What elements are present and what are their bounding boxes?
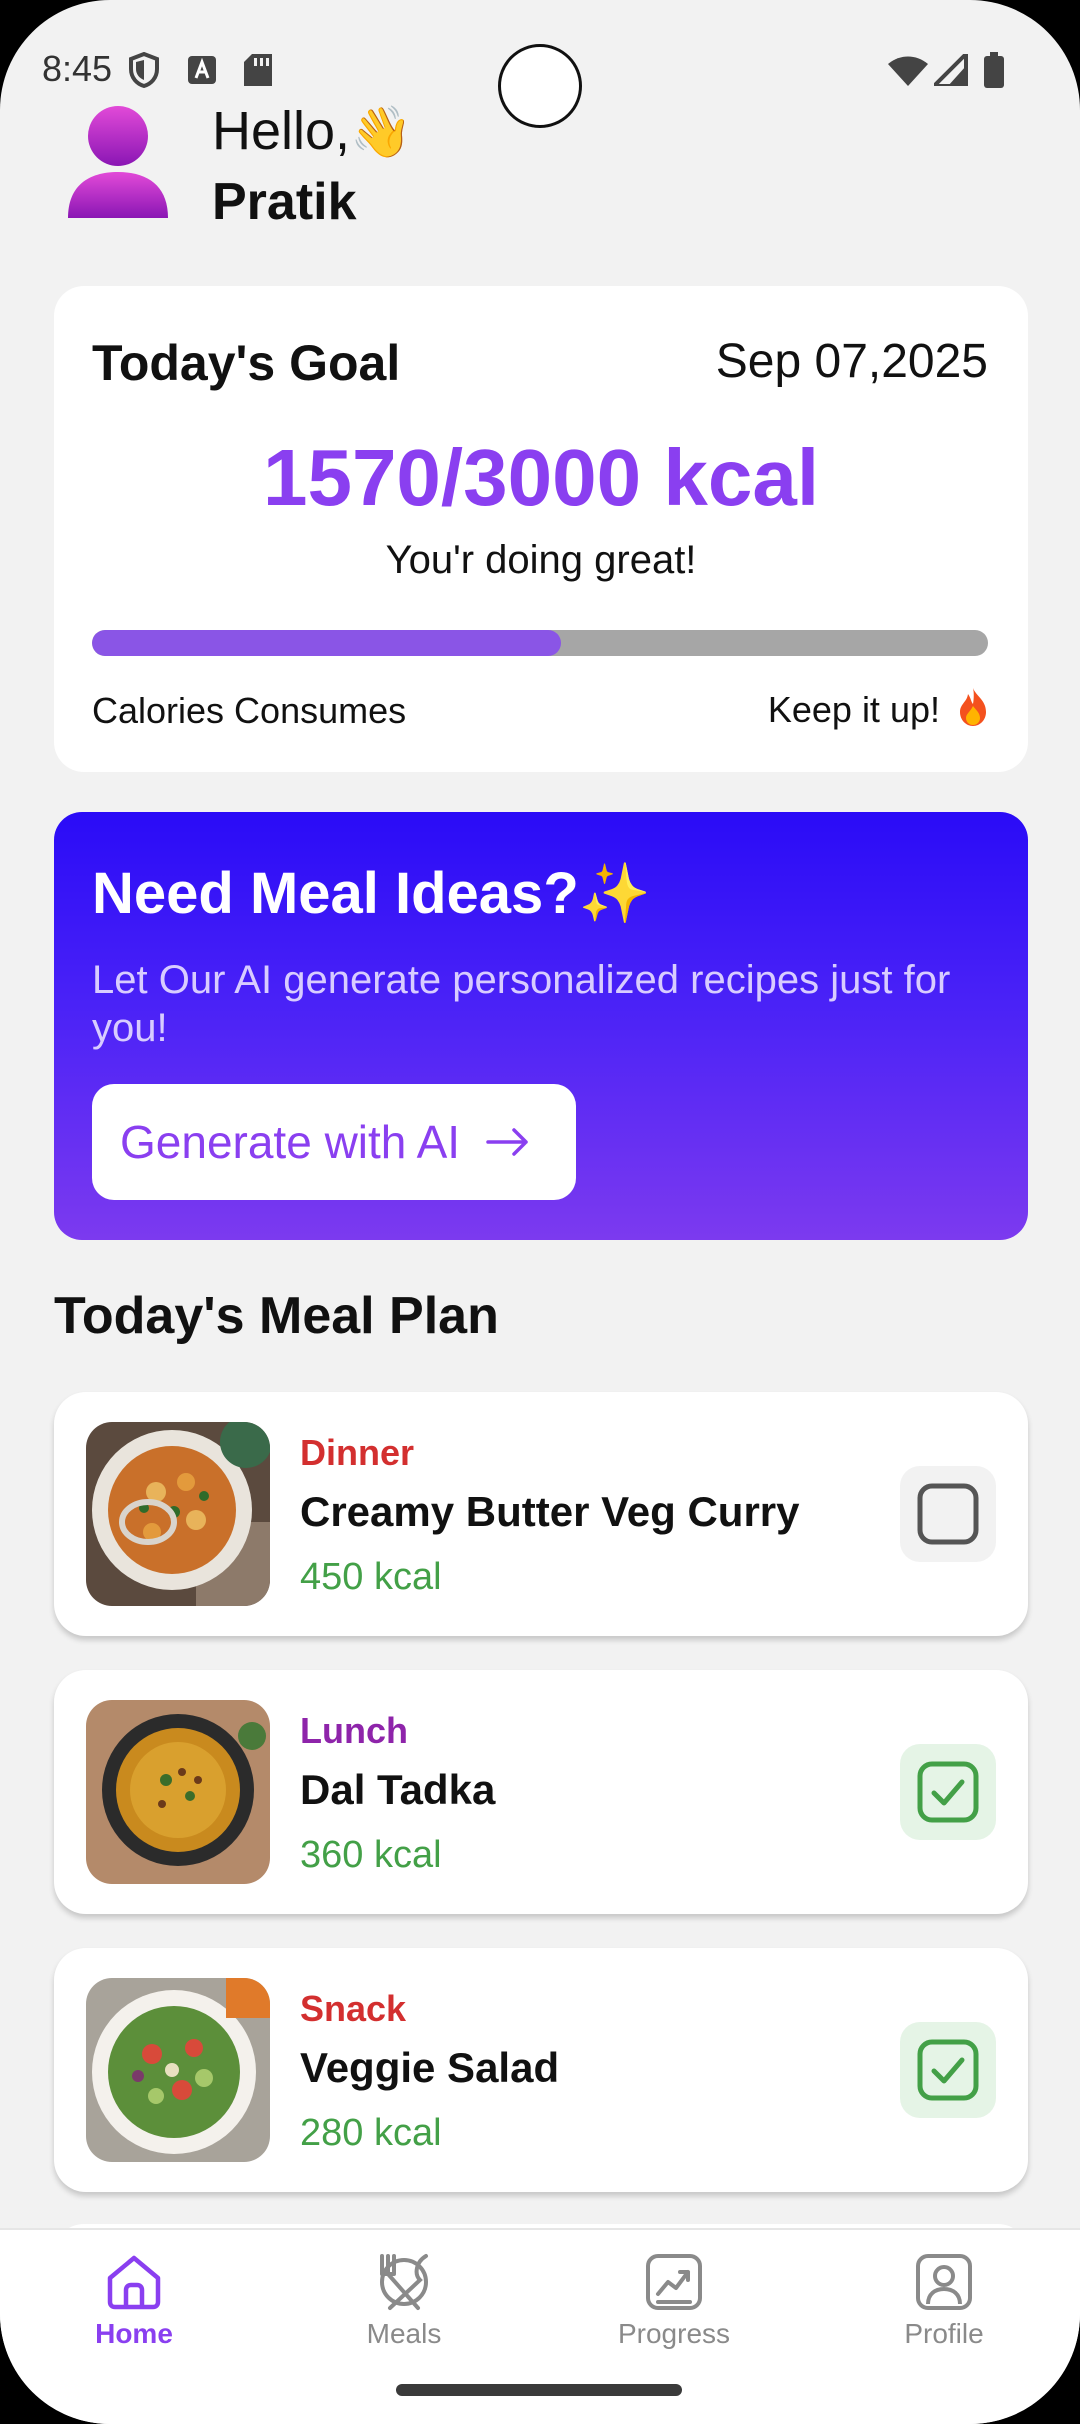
nav-progress[interactable]: Progress — [574, 2252, 774, 2350]
a-icon — [188, 56, 216, 84]
meal-image — [86, 1422, 270, 1606]
meal-kcal: 280 kcal — [300, 2112, 442, 2154]
nav-meals-label: Meals — [366, 2318, 442, 2349]
greeting-text: Hello, — [212, 101, 351, 161]
meal-name: Creamy Butter Veg Curry — [300, 1488, 800, 1535]
generate-button-label: Generate with AI — [120, 1116, 461, 1168]
shield-icon — [129, 52, 159, 88]
battery-icon — [984, 52, 1004, 88]
phone-screen: 8:45 Hello,👋 Pratik Today's Goal Sep 07,… — [0, 0, 1080, 2424]
meals-icon — [380, 2254, 428, 2310]
calorie-progress-bar — [92, 630, 988, 656]
status-time: 8:45 — [42, 48, 113, 89]
goal-card: Today's Goal Sep 07,2025 1570/3000 kcal … — [54, 286, 1028, 772]
home-icon — [107, 2255, 161, 2310]
ai-title: Need Meal Ideas?✨ — [92, 860, 651, 928]
calories-label: Calories Consumes — [92, 690, 407, 731]
nav-home-label: Home — [95, 2318, 173, 2349]
meal-card-lunch[interactable]: Lunch Dal Tadka 360 kcal — [54, 1670, 1028, 1914]
calorie-progress-fill — [92, 630, 561, 656]
meal-checkbox[interactable] — [900, 1466, 996, 1562]
wave-emoji: 👋 — [350, 104, 413, 160]
meal-name: Dal Tadka — [300, 1766, 496, 1813]
ai-subtitle: Let Our AI generate personalized recipes… — [92, 958, 951, 1050]
goal-title: Today's Goal — [92, 335, 401, 391]
meal-type: Snack — [300, 1988, 407, 2029]
meal-card-snack[interactable]: Snack Veggie Salad 280 kcal — [54, 1948, 1028, 2192]
meal-kcal: 360 kcal — [300, 1834, 442, 1876]
goal-message: You'r doing great! — [385, 538, 697, 582]
generate-with-ai-button[interactable]: Generate with AI — [92, 1084, 576, 1200]
camera-cutout — [498, 44, 582, 128]
meal-image — [86, 1700, 270, 1884]
username: Pratik — [212, 173, 357, 231]
nav-profile-label: Profile — [904, 2318, 984, 2349]
ai-title-text: Need Meal Ideas? — [92, 861, 579, 926]
nav-meals[interactable]: Meals — [304, 2252, 504, 2350]
goal-date: Sep 07,2025 — [715, 335, 988, 388]
ai-promo-card: Need Meal Ideas?✨ Let Our AI generate pe… — [54, 812, 1028, 1240]
checkbox-empty-icon — [917, 1483, 979, 1545]
fire-icon — [960, 688, 986, 726]
meal-kcal: 450 kcal — [300, 1556, 442, 1598]
meal-card-dinner[interactable]: Dinner Creamy Butter Veg Curry 450 kcal — [54, 1392, 1028, 1636]
meal-checkbox[interactable] — [900, 2022, 996, 2118]
checkbox-checked-icon — [917, 1761, 979, 1823]
nav-home[interactable]: Home — [34, 2252, 234, 2350]
meal-image — [86, 1978, 270, 2162]
meal-type: Lunch — [300, 1710, 408, 1751]
arrow-right-icon — [486, 1128, 528, 1156]
meal-plan-title: Today's Meal Plan — [54, 1287, 499, 1345]
nav-progress-label: Progress — [617, 2318, 731, 2349]
meal-checkbox[interactable] — [900, 1744, 996, 1840]
avatar[interactable] — [66, 106, 170, 218]
checkbox-checked-icon — [917, 2039, 979, 2101]
sd-card-icon — [244, 54, 272, 86]
wifi-icon — [888, 56, 928, 86]
progress-icon — [646, 2254, 702, 2310]
home-indicator[interactable] — [396, 2384, 682, 2396]
greeting: Hello,👋 — [212, 100, 412, 162]
goal-kcal: 1570/3000 kcal — [262, 433, 820, 522]
keep-it-up-text: Keep it up! — [767, 689, 940, 730]
sparkle-icon: ✨ — [578, 861, 651, 926]
signal-icon — [934, 54, 968, 86]
keep-it-up-label: Keep it up! — [768, 688, 988, 731]
profile-icon — [916, 2254, 972, 2310]
meal-type: Dinner — [300, 1432, 415, 1473]
nav-profile[interactable]: Profile — [844, 2252, 1044, 2350]
meal-name: Veggie Salad — [300, 2044, 560, 2091]
